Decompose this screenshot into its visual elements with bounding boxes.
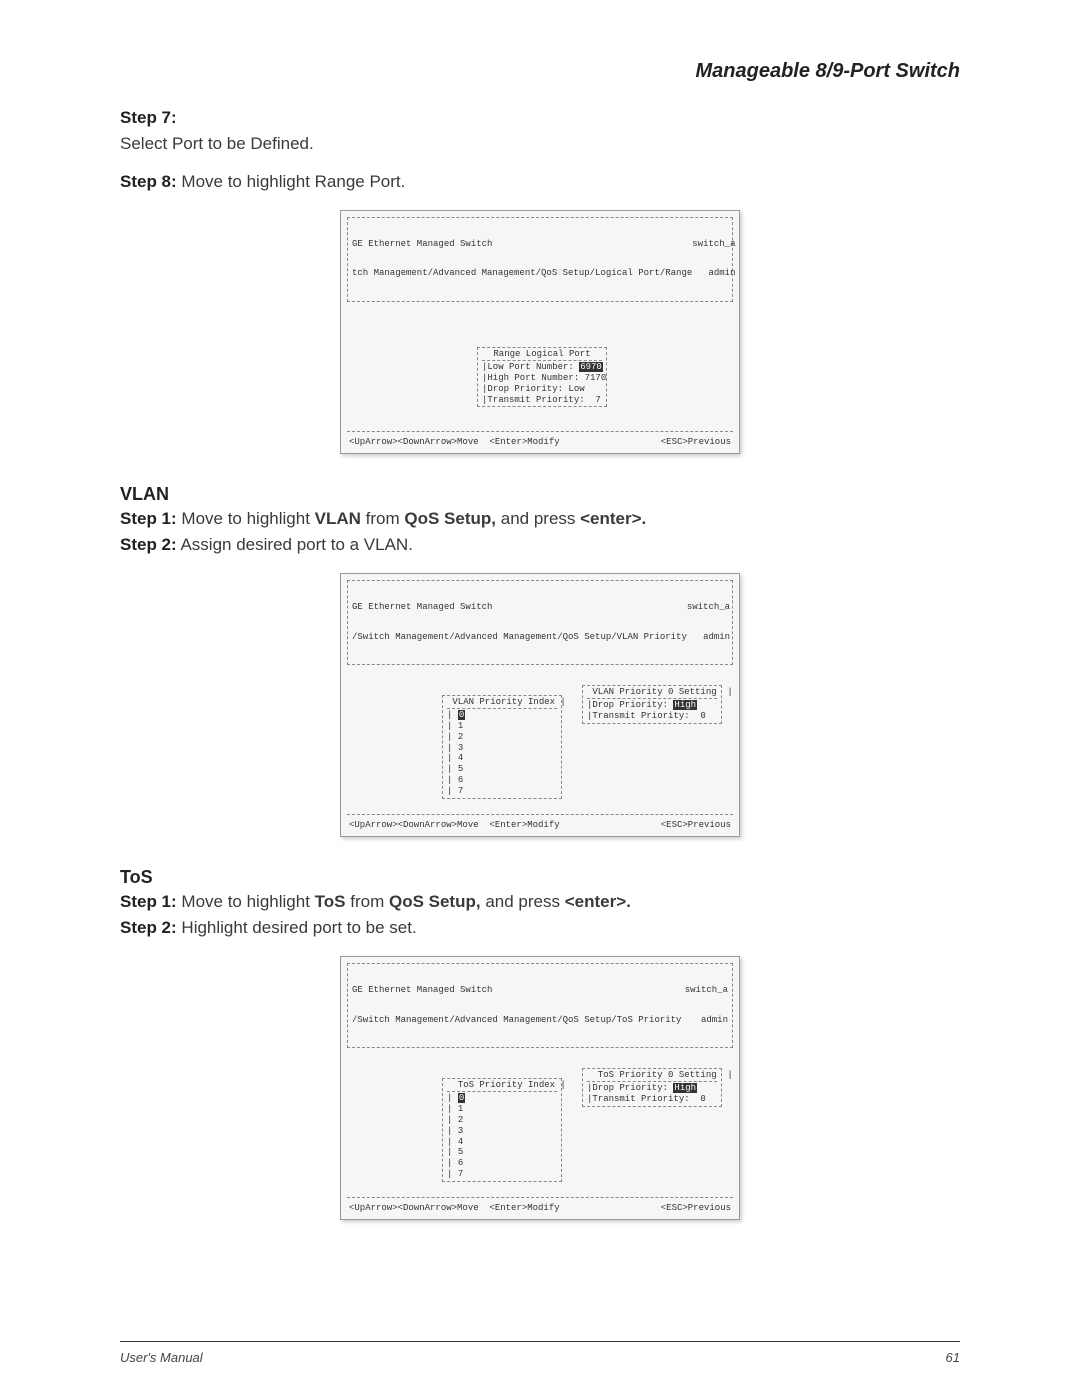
step7-text: Select Port to be Defined. xyxy=(120,134,960,154)
high-port-value[interactable]: 7170 xyxy=(585,373,607,383)
vlan-step1-row: Step 1: Move to highlight VLAN from QoS … xyxy=(120,509,960,529)
vlan-index-list[interactable]: | 0 | 1 | 2 | 3 | 4 | 5 | 6 | 7 xyxy=(447,710,557,796)
scr3-footer-right: <ESC>Previous xyxy=(661,1203,731,1213)
footer-page-number: 61 xyxy=(946,1350,960,1365)
scr2-user: admin xyxy=(687,633,730,643)
step8-row: Step 8: Move to highlight Range Port. xyxy=(120,172,960,192)
tos-setting-title: ToS Priority 0 Setting | xyxy=(587,1070,717,1082)
range-box-title: Range Logical Port xyxy=(482,349,602,361)
vlan-transmit-value[interactable]: 0 xyxy=(700,711,705,721)
scr3-header: GE Ethernet Managed Switch /Switch Manag… xyxy=(347,963,733,1048)
tos-transmit-row: |Transmit Priority: 0 xyxy=(587,1094,717,1105)
scr2-footer: <UpArrow><DownArrow>Move <Enter>Modify <… xyxy=(347,819,733,830)
transmit-priority-value[interactable]: 7 xyxy=(595,395,600,405)
tos-step1-row: Step 1: Move to highlight ToS from QoS S… xyxy=(120,892,960,912)
tos-step1-label: Step 1: xyxy=(120,892,177,911)
low-port-value[interactable]: 6970 xyxy=(579,362,603,372)
vlan-transmit-row: |Transmit Priority: 0 xyxy=(587,711,717,722)
scr2-breadcrumb: /Switch Management/Advanced Management/Q… xyxy=(352,633,687,643)
scr1-breadcrumb: tch Management/Advanced Management/QoS S… xyxy=(352,269,692,279)
scr3-user: admin xyxy=(685,1016,728,1026)
vlan-step2-label: Step 2: xyxy=(120,535,177,554)
vlan-index-box: VLAN Priority Index | | 0 | 1 | 2 | 3 | … xyxy=(442,695,562,798)
footer-left: User's Manual xyxy=(120,1350,203,1365)
tos-index-box: ToS Priority Index | | 0 | 1 | 2 | 3 | 4… xyxy=(442,1078,562,1181)
tos-title: ToS xyxy=(120,867,960,888)
scr1-title: GE Ethernet Managed Switch xyxy=(352,240,692,250)
tos-drop-value[interactable]: High xyxy=(673,1083,697,1093)
tos-transmit-value[interactable]: 0 xyxy=(700,1094,705,1104)
scr1-body: Range Logical Port |Low Port Number: 697… xyxy=(347,302,733,432)
scr1-host: switch_a xyxy=(692,240,735,250)
page-header: Manageable 8/9-Port Switch xyxy=(120,60,960,83)
scr3-body: ToS Priority Index | | 0 | 1 | 2 | 3 | 4… xyxy=(347,1048,733,1198)
tos-index-title: ToS Priority Index | xyxy=(447,1080,557,1092)
vlan-title: VLAN xyxy=(120,484,960,505)
step8-text: Move to highlight Range Port. xyxy=(177,172,406,191)
scr2-host: switch_a xyxy=(687,603,730,613)
high-port-row: |High Port Number: 7170 xyxy=(482,373,602,384)
vlan-step2-row: Step 2: Assign desired port to a VLAN. xyxy=(120,535,960,555)
vlan-step1-label: Step 1: xyxy=(120,509,177,528)
tos-step2-row: Step 2: Highlight desired port to be set… xyxy=(120,918,960,938)
drop-priority-value[interactable]: Low xyxy=(568,384,584,394)
scr3-breadcrumb: /Switch Management/Advanced Management/Q… xyxy=(352,1016,681,1026)
scr3-title: GE Ethernet Managed Switch xyxy=(352,986,681,996)
screenshot-tos: GE Ethernet Managed Switch /Switch Manag… xyxy=(340,956,740,1220)
scr1-user: admin xyxy=(692,269,735,279)
scr3-footer-left: <UpArrow><DownArrow>Move <Enter>Modify xyxy=(349,1203,560,1213)
page-footer-rule xyxy=(120,1341,960,1342)
scr2-title: GE Ethernet Managed Switch xyxy=(352,603,687,613)
step7-label: Step 7: xyxy=(120,108,177,127)
low-port-row: |Low Port Number: 6970 xyxy=(482,362,602,373)
scr1-footer-right: <ESC>Previous xyxy=(661,437,731,447)
scr1-footer: <UpArrow><DownArrow>Move <Enter>Modify <… xyxy=(347,436,733,447)
screenshot-vlan: GE Ethernet Managed Switch /Switch Manag… xyxy=(340,573,740,837)
scr1-header: GE Ethernet Managed Switch tch Managemen… xyxy=(347,217,733,302)
step7-label-row: Step 7: xyxy=(120,108,960,128)
vlan-setting-title: VLAN Priority 0 Setting | xyxy=(587,687,717,699)
tos-drop-row: |Drop Priority: High xyxy=(587,1083,717,1094)
vlan-setting-box: VLAN Priority 0 Setting | |Drop Priority… xyxy=(582,685,722,724)
step8-label: Step 8: xyxy=(120,172,177,191)
transmit-priority-row: |Transmit Priority: 7 xyxy=(482,395,602,406)
vlan-index-title: VLAN Priority Index | xyxy=(447,697,557,709)
drop-priority-row: |Drop Priority: Low xyxy=(482,384,602,395)
scr3-host: switch_a xyxy=(685,986,728,996)
scr3-footer: <UpArrow><DownArrow>Move <Enter>Modify <… xyxy=(347,1202,733,1213)
scr2-footer-right: <ESC>Previous xyxy=(661,820,731,830)
scr2-body: VLAN Priority Index | | 0 | 1 | 2 | 3 | … xyxy=(347,665,733,815)
screenshot-range-port: GE Ethernet Managed Switch tch Managemen… xyxy=(340,210,740,454)
page-footer: User's Manual 61 xyxy=(120,1350,960,1365)
range-logical-port-box: Range Logical Port |Low Port Number: 697… xyxy=(477,347,607,407)
tos-setting-box: ToS Priority 0 Setting | |Drop Priority:… xyxy=(582,1068,722,1107)
scr1-footer-left: <UpArrow><DownArrow>Move <Enter>Modify xyxy=(349,437,560,447)
vlan-drop-value[interactable]: High xyxy=(673,700,697,710)
vlan-drop-row: |Drop Priority: High xyxy=(587,700,717,711)
tos-index-list[interactable]: | 0 | 1 | 2 | 3 | 4 | 5 | 6 | 7 xyxy=(447,1093,557,1179)
scr2-footer-left: <UpArrow><DownArrow>Move <Enter>Modify xyxy=(349,820,560,830)
tos-step2-label: Step 2: xyxy=(120,918,177,937)
scr2-header: GE Ethernet Managed Switch /Switch Manag… xyxy=(347,580,733,665)
